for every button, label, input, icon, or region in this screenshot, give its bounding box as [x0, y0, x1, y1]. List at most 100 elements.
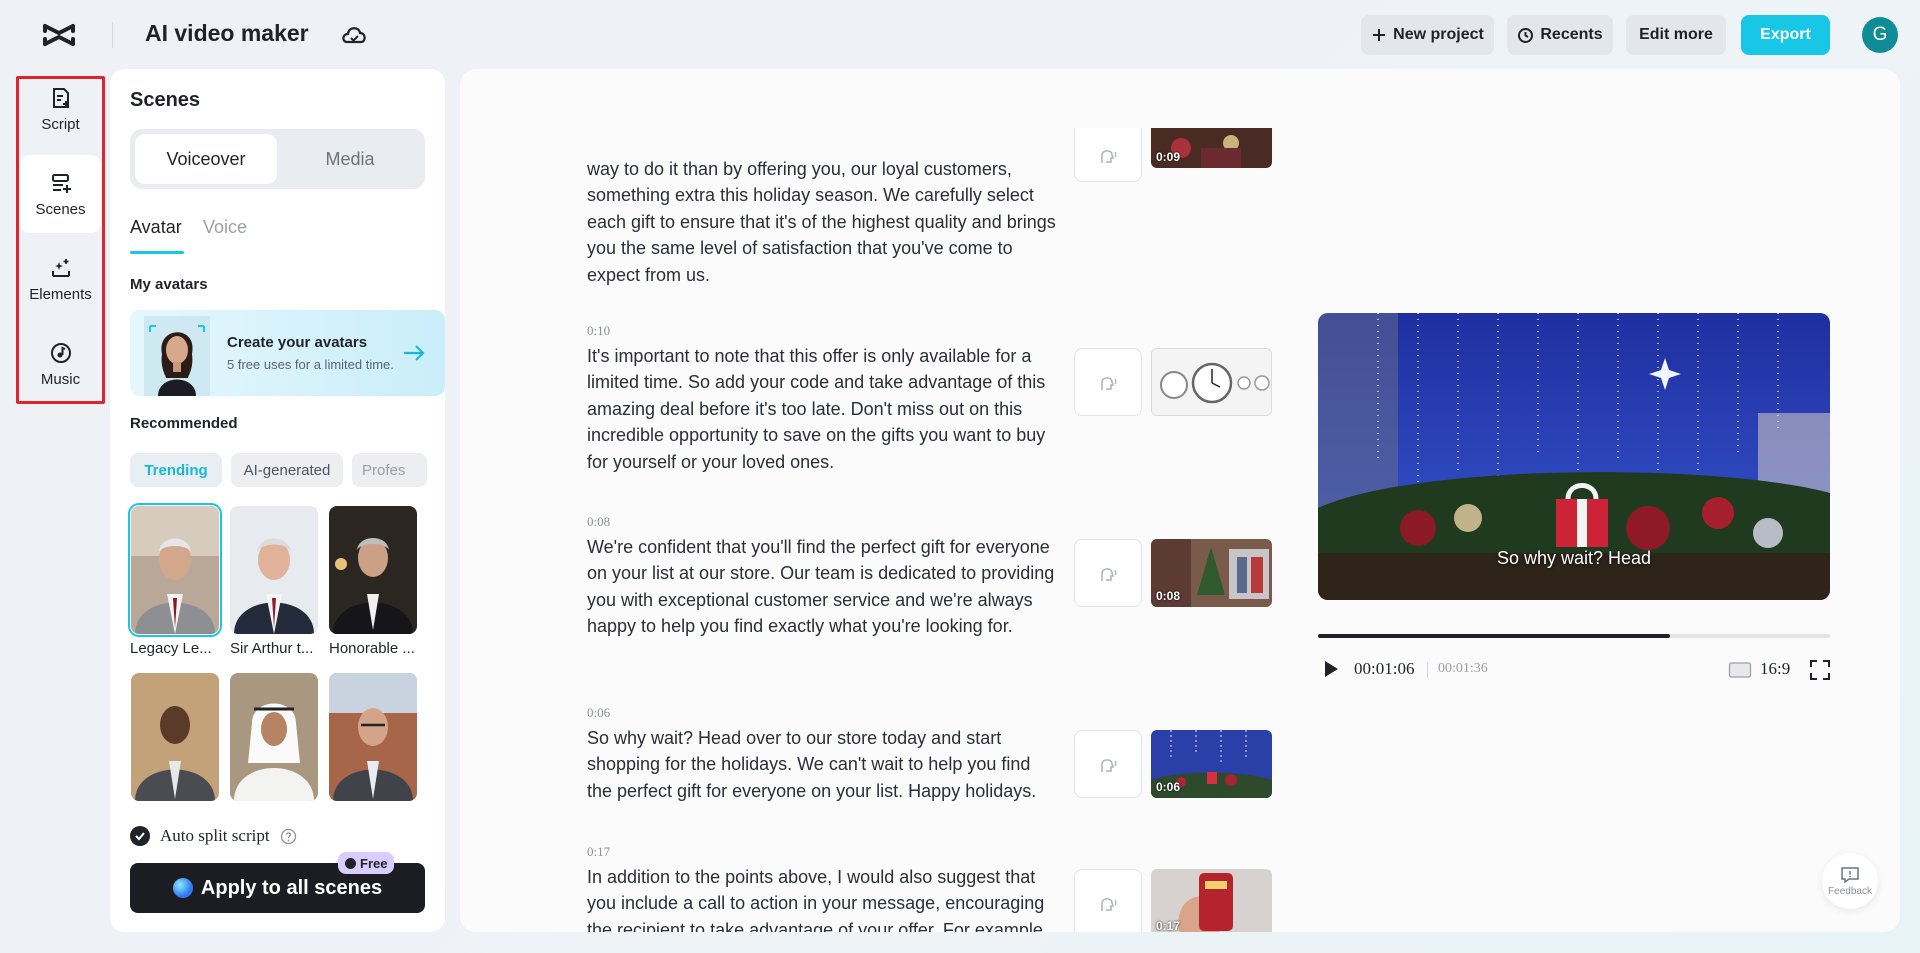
fullscreen-icon[interactable]: [1809, 659, 1831, 681]
script-icon: [52, 87, 69, 108]
scene-time: 0:06: [587, 705, 611, 720]
free-badge-label: Free: [360, 855, 388, 871]
scene-voice-button[interactable]: [1074, 348, 1142, 416]
time-separator: [1427, 662, 1428, 678]
scene-thumbnail[interactable]: [1151, 348, 1272, 416]
scene-text[interactable]: way to do it than by offering you, our l…: [587, 156, 1057, 288]
avatar-thumb-6[interactable]: [329, 673, 417, 801]
elements-icon: [51, 258, 70, 277]
avatar-portrait-image: [329, 673, 417, 801]
chip-trending[interactable]: Trending: [130, 453, 222, 487]
arrow-right-icon: [404, 345, 425, 361]
rail-item-script[interactable]: Script: [20, 70, 101, 148]
export-button[interactable]: Export: [1741, 15, 1830, 55]
edit-more-label: Edit more: [1639, 26, 1713, 43]
scene-time: 0:17: [587, 844, 611, 859]
create-avatars-card[interactable]: Create your avatars 5 free uses for a li…: [130, 310, 445, 396]
recents-button[interactable]: Recents: [1507, 15, 1613, 55]
scene-text[interactable]: We're confident that you'll find the per…: [587, 534, 1057, 640]
avatar-portrait-image: [329, 506, 417, 634]
scene-voice-button[interactable]: [1074, 730, 1142, 798]
rail-item-elements[interactable]: Elements: [20, 240, 101, 318]
voice-avatar-icon: [1101, 149, 1117, 163]
aspect-ratio-icon[interactable]: [1728, 661, 1752, 679]
rail-label-music: Music: [40, 370, 81, 388]
chip-professional[interactable]: Profes: [352, 453, 427, 487]
aspect-ratio-label[interactable]: 16:9: [1760, 659, 1790, 679]
rail-item-scenes[interactable]: Scenes: [20, 155, 101, 233]
rail-item-music[interactable]: Music: [20, 325, 101, 403]
chip-ai-generated[interactable]: AI-generated: [231, 453, 343, 487]
current-time: 00:01:06: [1354, 659, 1415, 678]
scene-thumbnail[interactable]: 0:17: [1151, 869, 1272, 932]
segment-voiceover[interactable]: Voiceover: [135, 134, 277, 184]
free-badge: Free: [338, 852, 395, 874]
scene-text[interactable]: It's important to note that this offer i…: [587, 343, 1057, 475]
plus-icon: [1373, 29, 1386, 41]
avatar-thumb-honorable[interactable]: [329, 506, 417, 634]
top-divider: [112, 22, 113, 48]
scene-thumbnail-image: [1152, 349, 1271, 415]
scenes-panel: Scenes Voiceover Media Avatar Voice My a…: [110, 69, 445, 932]
apply-label: Apply to all scenes: [200, 876, 383, 899]
scene-block-2[interactable]: 0:10 It's important to note that this of…: [587, 323, 1057, 475]
scene-text[interactable]: In addition to the points above, I would…: [587, 864, 1057, 932]
music-icon: [50, 342, 71, 363]
avatar-thumb-5[interactable]: [230, 673, 318, 801]
help-icon[interactable]: [280, 828, 297, 845]
playback-progress-bar[interactable]: [1318, 634, 1830, 638]
tab-underline: [130, 251, 184, 254]
edit-more-button[interactable]: Edit more: [1626, 15, 1726, 55]
tab-avatar[interactable]: Avatar: [130, 217, 182, 238]
avatar-label-legacy: Legacy Le...: [130, 640, 212, 657]
auto-split-script-option[interactable]: Auto split script: [130, 826, 297, 846]
user-avatar[interactable]: G: [1862, 17, 1898, 53]
scene-voice-button[interactable]: [1074, 128, 1142, 182]
scene-duration: 0:09: [1156, 150, 1181, 164]
clock-icon: [345, 857, 356, 869]
scene-voice-button[interactable]: [1074, 869, 1142, 932]
recents-label: Recents: [1540, 26, 1603, 43]
export-label: Export: [1760, 26, 1811, 43]
voice-avatar-icon: [1101, 759, 1117, 772]
scene-voice-button[interactable]: [1074, 539, 1142, 607]
panel-title: Scenes: [130, 89, 201, 111]
cloud-sync-icon[interactable]: [340, 22, 368, 48]
avatar-portrait-image: [230, 673, 318, 801]
scene-block-5[interactable]: 0:17 In addition to the points above, I …: [587, 844, 1057, 932]
voice-avatar-icon: [1101, 898, 1117, 911]
feedback-icon: [1841, 866, 1859, 883]
segment-media[interactable]: Media: [279, 134, 421, 184]
top-bar: AI video maker New project Recents Edit …: [0, 0, 1920, 70]
tab-voice[interactable]: Voice: [203, 217, 247, 238]
rail-label-script: Script: [41, 115, 80, 133]
scene-block-3[interactable]: 0:08 We're confident that you'll find th…: [587, 514, 1057, 640]
checkbox-checked[interactable]: [130, 826, 150, 846]
scene-text[interactable]: So why wait? Head over to our store toda…: [587, 725, 1057, 804]
scene-thumbnail[interactable]: 0:09: [1151, 128, 1272, 168]
feedback-label: Feedback: [1828, 885, 1872, 897]
clock-icon: [1518, 27, 1534, 43]
scene-thumbnail[interactable]: 0:08: [1151, 539, 1272, 607]
video-caption: So why wait? Head: [1496, 548, 1652, 568]
feedback-button[interactable]: Feedback: [1822, 853, 1878, 909]
video-preview[interactable]: So why wait? Head: [1318, 313, 1830, 600]
avatar-thumb-4[interactable]: [131, 673, 219, 801]
play-icon[interactable]: [1322, 659, 1340, 679]
scene-block-4[interactable]: 0:06 So why wait? Head over to our store…: [587, 705, 1057, 804]
avatar-thumb-sir-arthur[interactable]: [230, 506, 318, 634]
scene-time: 0:10: [587, 323, 611, 338]
rail-label-elements: Elements: [29, 285, 92, 303]
new-project-button[interactable]: New project: [1361, 15, 1494, 55]
avatar-thumb-legacy[interactable]: [128, 503, 222, 637]
create-avatars-title: Create your avatars: [227, 334, 368, 351]
scene-block-1[interactable]: way to do it than by offering you, our l…: [587, 156, 1057, 288]
avatar-label-sir-arthur: Sir Arthur t...: [230, 640, 314, 657]
app-title: AI video maker: [145, 20, 309, 46]
capcut-logo[interactable]: [42, 20, 76, 50]
auto-split-label: Auto split script: [160, 826, 270, 845]
scene-thumbnail[interactable]: 0:06: [1151, 730, 1272, 798]
avatar-portrait-image: [144, 316, 210, 396]
avatar-portrait-image: [230, 506, 318, 634]
scene-duration: 0:17: [1156, 919, 1181, 932]
